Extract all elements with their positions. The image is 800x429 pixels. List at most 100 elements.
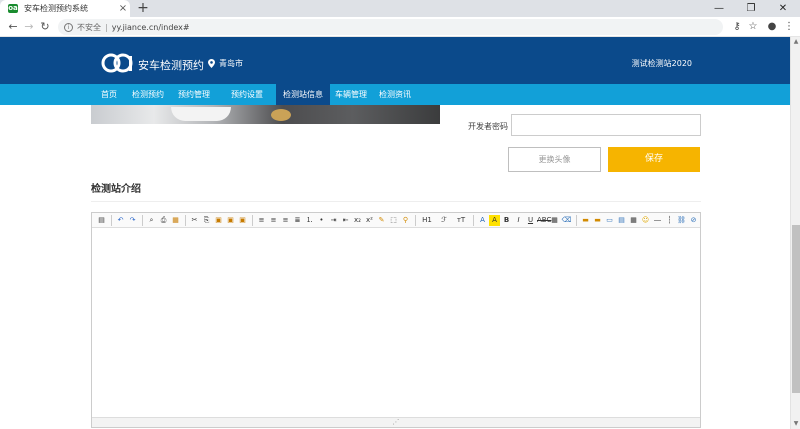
unlink-icon[interactable]: ⊘ bbox=[688, 215, 699, 226]
image-icon[interactable]: ▬ bbox=[580, 215, 591, 226]
emoticon-icon[interactable]: ☺ bbox=[640, 215, 651, 226]
editor-content-area[interactable] bbox=[92, 228, 700, 417]
save-button[interactable]: 保存 bbox=[608, 147, 700, 172]
align-left-icon[interactable]: ≡ bbox=[256, 215, 267, 226]
preview-icon[interactable]: ⌕ bbox=[146, 215, 157, 226]
account-icon[interactable]: ● bbox=[764, 19, 780, 35]
redo-icon[interactable]: ↷ bbox=[127, 215, 138, 226]
multi-image-icon[interactable]: ▬ bbox=[592, 215, 603, 226]
font-size-icon[interactable]: тT bbox=[453, 215, 469, 226]
developer-password-input[interactable] bbox=[511, 114, 701, 136]
nav-item-inspection-news[interactable]: 检测资讯 bbox=[372, 84, 418, 105]
scroll-down-icon[interactable]: ▼ bbox=[791, 419, 800, 429]
maximize-icon[interactable]: ❐ bbox=[738, 0, 764, 17]
browser-toolbar: ← → ↻ i 不安全 | yy.jiance.cn/index# ⚷ ☆ ● … bbox=[0, 17, 800, 37]
clear-format-icon[interactable]: ✎ bbox=[376, 215, 387, 226]
paste-word-icon[interactable]: ▣ bbox=[237, 215, 248, 226]
align-right-icon[interactable]: ≡ bbox=[280, 215, 291, 226]
toolbar-separator bbox=[576, 214, 577, 226]
ordered-list-icon[interactable]: ⒈ bbox=[304, 215, 315, 226]
paste-icon[interactable]: ▣ bbox=[213, 215, 224, 226]
rich-text-editor: ▤ ↶ ↷ ⌕ ⎙ ▦ ✂ ⎘ ▣ ▣ ▣ ≡ ≡ ≡ ≣ ⒈ • ⇥ ⇤ x₂… bbox=[91, 212, 701, 428]
line-height-icon[interactable]: ▦ bbox=[549, 215, 560, 226]
minimize-icon[interactable]: — bbox=[706, 0, 732, 17]
security-label: 不安全 bbox=[77, 22, 101, 32]
heading-icon[interactable]: H1 bbox=[419, 215, 435, 226]
nav-item-station-info[interactable]: 检测站信息 bbox=[276, 84, 330, 105]
font-name-icon[interactable]: ℱ bbox=[436, 215, 452, 226]
url-text: yy.jiance.cn/index# bbox=[111, 22, 190, 32]
italic-icon[interactable]: I bbox=[513, 215, 524, 226]
strikethrough-icon[interactable]: ABC bbox=[537, 215, 551, 226]
scroll-up-icon[interactable]: ▲ bbox=[791, 37, 800, 47]
tab-close-icon[interactable]: × bbox=[116, 3, 130, 14]
link-icon[interactable]: ⛓ bbox=[676, 215, 687, 226]
browser-tab[interactable]: oa 安车检测预约系统 × bbox=[0, 0, 130, 17]
logo-icon[interactable] bbox=[101, 53, 133, 73]
select-all-icon[interactable]: ⬚ bbox=[388, 215, 399, 226]
photo-tow-hook bbox=[271, 109, 291, 121]
browser-tabstrip: oa 安车检测预约系统 × + — ❐ ✕ bbox=[0, 0, 800, 17]
scrollbar-thumb[interactable] bbox=[792, 225, 800, 393]
back-icon[interactable]: ← bbox=[6, 19, 20, 35]
star-icon[interactable]: ☆ bbox=[745, 19, 761, 35]
underline-icon[interactable]: U bbox=[525, 215, 536, 226]
station-intro-title: 检测站介绍 bbox=[91, 184, 141, 195]
align-justify-icon[interactable]: ≣ bbox=[292, 215, 303, 226]
remove-format-icon[interactable]: ⌫ bbox=[561, 215, 572, 226]
highlight-icon[interactable]: A bbox=[489, 214, 500, 226]
page-break-icon[interactable]: ┆ bbox=[664, 215, 675, 226]
undo-icon[interactable]: ↶ bbox=[115, 215, 126, 226]
bold-icon[interactable]: B bbox=[501, 215, 512, 226]
toolbar-separator bbox=[142, 214, 143, 226]
font-color-icon[interactable]: A bbox=[477, 215, 488, 226]
outdent-icon[interactable]: ⇤ bbox=[340, 215, 351, 226]
key-icon[interactable]: ⚷ bbox=[729, 19, 745, 35]
editor-toolbar: ▤ ↶ ↷ ⌕ ⎙ ▦ ✂ ⎘ ▣ ▣ ▣ ≡ ≡ ≡ ≣ ⒈ • ⇥ ⇤ x₂… bbox=[92, 213, 700, 228]
developer-password-label: 开发者密码 bbox=[468, 122, 508, 131]
subscript-icon[interactable]: x₂ bbox=[352, 215, 363, 226]
indent-icon[interactable]: ⇥ bbox=[328, 215, 339, 226]
close-icon[interactable]: ✕ bbox=[770, 0, 796, 17]
cut-icon[interactable]: ✂ bbox=[189, 215, 200, 226]
nav-item-inspection-booking[interactable]: 检测预约 bbox=[125, 84, 171, 105]
address-separator: | bbox=[105, 22, 108, 32]
user-name[interactable]: 测试检测站2020 bbox=[632, 58, 692, 69]
address-bar[interactable]: i 不安全 | yy.jiance.cn/index# bbox=[58, 19, 723, 35]
align-center-icon[interactable]: ≡ bbox=[268, 215, 279, 226]
site-header: 安车检测预约 青岛市 测试检测站2020 bbox=[0, 37, 800, 84]
paste-text-icon[interactable]: ▣ bbox=[225, 215, 236, 226]
flash-icon[interactable]: ▭ bbox=[604, 215, 615, 226]
section-divider bbox=[91, 201, 701, 202]
info-icon[interactable]: i bbox=[64, 22, 73, 32]
superscript-icon[interactable]: x² bbox=[364, 215, 375, 226]
nav-item-booking-management[interactable]: 预约管理 bbox=[171, 84, 217, 105]
menu-icon[interactable]: ⋮ bbox=[781, 19, 797, 35]
new-tab-icon[interactable]: + bbox=[135, 0, 151, 17]
reload-icon[interactable]: ↻ bbox=[38, 19, 52, 35]
toolbar-separator bbox=[415, 214, 416, 226]
location-selector[interactable]: 青岛市 bbox=[208, 58, 243, 69]
media-icon[interactable]: ▤ bbox=[616, 215, 627, 226]
nav-item-booking-settings[interactable]: 预约设置 bbox=[224, 84, 270, 105]
logo-text: 安车检测预约 bbox=[138, 59, 204, 72]
tab-title: 安车检测预约系统 bbox=[24, 4, 88, 13]
find-icon[interactable]: ⚲ bbox=[400, 215, 411, 226]
print-icon[interactable]: ⎙ bbox=[158, 215, 169, 226]
forward-icon[interactable]: → bbox=[22, 19, 36, 35]
template-icon[interactable]: ▦ bbox=[170, 215, 181, 226]
copy-icon[interactable]: ⎘ bbox=[201, 215, 212, 226]
toolbar-separator bbox=[252, 214, 253, 226]
main-nav: 首页 检测预约 预约管理 预约设置 检测站信息 车辆管理 检测资讯 bbox=[0, 84, 800, 105]
source-icon[interactable]: ▤ bbox=[96, 215, 107, 226]
page-scrollbar[interactable]: ▲ ▼ bbox=[790, 37, 800, 429]
unordered-list-icon[interactable]: • bbox=[316, 215, 327, 226]
editor-resize-handle[interactable]: ⋰ bbox=[92, 417, 700, 427]
location-text: 青岛市 bbox=[219, 59, 243, 68]
nav-item-home[interactable]: 首页 bbox=[94, 84, 124, 105]
toolbar-separator bbox=[185, 214, 186, 226]
horizontal-rule-icon[interactable]: ― bbox=[652, 215, 663, 226]
nav-item-vehicle-management[interactable]: 车辆管理 bbox=[328, 84, 374, 105]
table-icon[interactable]: ▦ bbox=[628, 215, 639, 226]
change-avatar-button[interactable]: 更换头像 bbox=[508, 147, 601, 172]
